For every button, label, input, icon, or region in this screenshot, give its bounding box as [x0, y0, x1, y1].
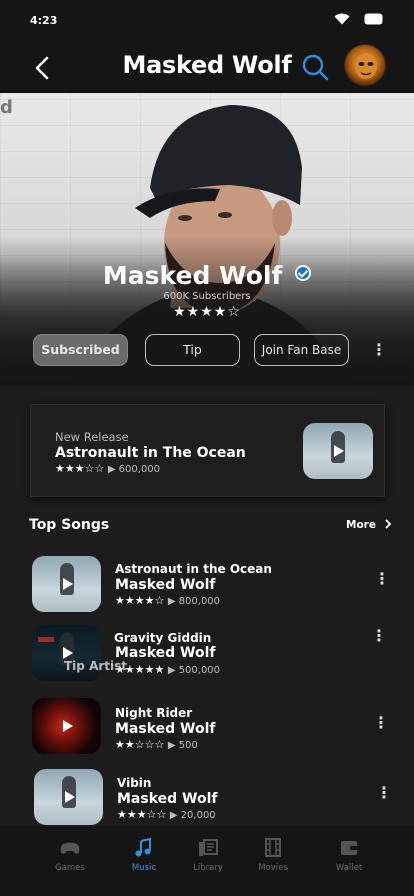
- song-options-icon[interactable]: ⋮: [369, 626, 389, 646]
- song-stars: ★★★☆☆: [117, 808, 167, 821]
- nav-label: Wallet: [335, 863, 363, 873]
- song-plays: ▶ 500: [167, 740, 198, 751]
- status-icons: [334, 13, 384, 25]
- music-note-icon: [135, 838, 151, 857]
- status-bar: 4:23: [0, 0, 414, 44]
- song-artist: Masked Wolf: [115, 577, 216, 593]
- new-release-title: Astronault in The Ocean: [55, 445, 246, 461]
- nav-item-movies[interactable]: Movies: [238, 838, 308, 873]
- chevron-right-icon: [384, 519, 391, 529]
- new-release-meta: ★★★☆☆ ▶ 600,000: [55, 462, 160, 475]
- song-options-icon[interactable]: ⋮: [371, 713, 391, 733]
- nav-label: Games: [55, 863, 85, 873]
- song-stars: ★★★★☆: [115, 594, 165, 607]
- song-meta: ★★★★☆ ▶ 800,000: [115, 594, 220, 607]
- play-icon[interactable]: [62, 720, 73, 732]
- wifi-icon: [334, 13, 350, 25]
- play-icon[interactable]: [64, 791, 75, 803]
- nav-item-music[interactable]: Music: [109, 838, 179, 873]
- bottom-nav: Games Music Library Movies Wallet: [0, 826, 414, 896]
- song-artist: Masked Wolf: [115, 645, 216, 661]
- nav-label: Movies: [258, 863, 288, 873]
- song-artist: Masked Wolf: [117, 791, 218, 807]
- subscribed-button[interactable]: Subscribed: [33, 334, 128, 366]
- gamepad-icon: [60, 842, 80, 854]
- song-plays: ▶ 500,000: [167, 665, 221, 676]
- song-row[interactable]: Night Rider Masked Wolf ★★☆☆☆ ▶ 500 ⋮: [0, 696, 414, 758]
- tip-button[interactable]: Tip: [145, 334, 240, 366]
- avatar-mask-icon: [355, 53, 377, 79]
- song-options-icon[interactable]: ⋮: [372, 569, 392, 589]
- film-icon: [265, 838, 281, 857]
- artist-rating: ★★★★☆: [173, 304, 241, 320]
- main-content: New Release Astronault in The Ocean ★★★☆…: [0, 386, 414, 826]
- status-time: 4:23: [30, 14, 58, 27]
- song-meta: ★★★★★ ▶ 500,000: [115, 663, 220, 676]
- song-title: Gravity Giddin: [114, 631, 212, 645]
- play-icon[interactable]: [62, 647, 73, 659]
- verified-badge-icon: [295, 265, 312, 281]
- artist-name-text: Masked Wolf: [102, 261, 283, 290]
- song-plays: ▶ 20,000: [169, 810, 216, 821]
- song-stars: ★★☆☆☆: [115, 738, 165, 751]
- more-link-label: More: [346, 519, 376, 531]
- song-title: Astronaut in the Ocean: [115, 562, 272, 576]
- song-plays: ▶ 800,000: [167, 596, 221, 607]
- song-row[interactable]: Astronaut in the Ocean Masked Wolf ★★★★☆…: [0, 554, 414, 616]
- song-title: Night Rider: [115, 706, 193, 720]
- join-fan-base-button[interactable]: Join Fan Base: [254, 334, 349, 366]
- new-release-thumbnail[interactable]: [303, 423, 373, 479]
- song-options-icon[interactable]: ⋮: [374, 783, 394, 803]
- more-link[interactable]: More: [346, 519, 392, 531]
- wallet-icon: [341, 841, 357, 855]
- battery-icon: [364, 13, 383, 25]
- nav-label: Music: [131, 863, 157, 873]
- new-release-label: New Release: [55, 430, 129, 444]
- play-icon[interactable]: [334, 445, 344, 457]
- new-release-card[interactable]: New Release Astronault in The Ocean ★★★☆…: [30, 404, 385, 497]
- play-icon[interactable]: [62, 578, 73, 590]
- search-icon[interactable]: [300, 52, 330, 82]
- song-title: Vibin: [117, 776, 152, 790]
- nav-item-games[interactable]: Games: [35, 838, 105, 873]
- library-icon: [199, 839, 218, 856]
- song-artist: Masked Wolf: [115, 721, 216, 737]
- song-thumbnail[interactable]: [32, 698, 101, 754]
- song-row[interactable]: Vibin Masked Wolf ★★★☆☆ ▶ 20,000 ⋮: [0, 767, 414, 829]
- subscriber-count: 600K Subscribers: [163, 291, 251, 302]
- song-thumbnail[interactable]: [32, 556, 101, 612]
- nav-item-wallet[interactable]: Wallet: [314, 838, 384, 873]
- more-options-icon[interactable]: ⋮: [369, 340, 389, 360]
- avatar[interactable]: [344, 44, 386, 86]
- song-meta: ★★★☆☆ ▶ 20,000: [117, 808, 216, 821]
- nav-item-library[interactable]: Library: [173, 838, 243, 873]
- new-release-stars: ★★★☆☆: [55, 462, 105, 475]
- top-songs-title: Top Songs: [29, 517, 110, 533]
- nav-label: Library: [193, 863, 223, 873]
- neon-sign: [38, 637, 54, 642]
- tip-artist-overlay[interactable]: Tip Artist: [64, 659, 127, 673]
- song-row[interactable]: Gravity Giddin Masked Wolf ★★★★★ ▶ 500,0…: [0, 623, 414, 685]
- artist-name: Masked Wolf: [0, 261, 414, 290]
- new-release-plays: ▶ 600,000: [107, 464, 161, 475]
- top-bar: Masked Wolf: [0, 44, 414, 92]
- song-thumbnail[interactable]: [34, 769, 103, 825]
- song-meta: ★★☆☆☆ ▶ 500: [115, 738, 198, 751]
